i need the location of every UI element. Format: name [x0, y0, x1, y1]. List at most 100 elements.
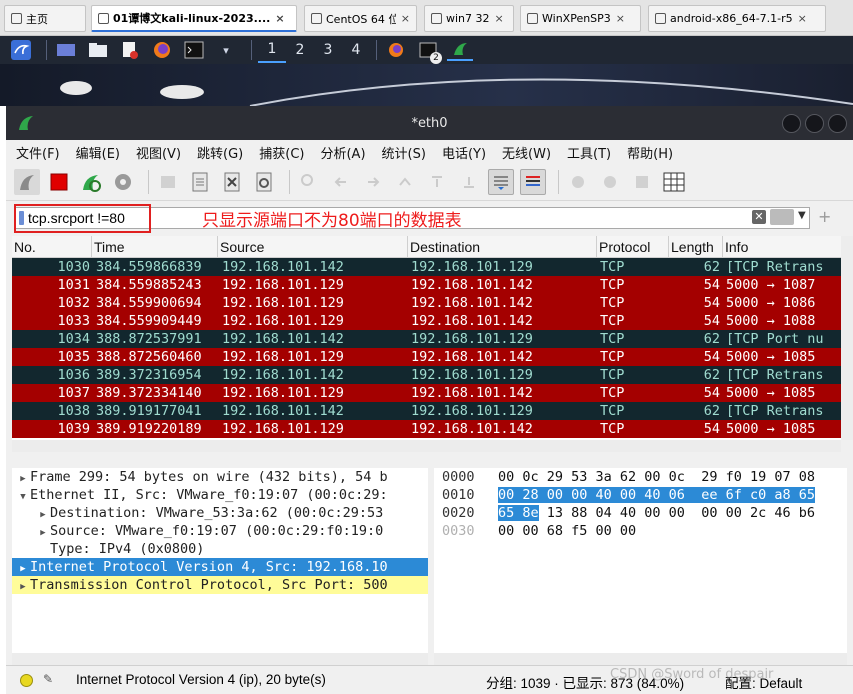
zoom-in-icon[interactable] — [565, 169, 591, 195]
column-header-source[interactable]: Source — [218, 236, 408, 258]
firefox-task-icon[interactable] — [383, 39, 409, 61]
go-to-packet-icon[interactable] — [392, 169, 418, 195]
packet-list-hscrollbar[interactable] — [12, 440, 841, 452]
stop-capture-icon[interactable] — [46, 169, 72, 195]
column-header-protocol[interactable]: Protocol — [597, 236, 669, 258]
close-icon[interactable]: × — [495, 12, 504, 25]
close-icon[interactable]: × — [798, 12, 807, 25]
first-packet-icon[interactable] — [424, 169, 450, 195]
file-manager-icon[interactable] — [85, 39, 111, 61]
vm-tab[interactable]: WinXPenSP3 × — [520, 5, 641, 32]
close-icon[interactable]: × — [401, 12, 410, 25]
workspace-2[interactable]: 2 — [286, 37, 314, 63]
packet-details-hscrollbar[interactable] — [12, 653, 428, 665]
detail-tree-item[interactable]: ▶ Source: VMware_f0:19:07 (00:0c:29:f0:19… — [12, 522, 428, 540]
hex-bytes[interactable]: 65 8e 13 88 04 40 00 00 00 00 2c 46 b6 — [498, 504, 815, 522]
detail-tree-item[interactable]: ▶ Destination: VMware_53:3a:62 (00:0c:29:… — [12, 504, 428, 522]
vm-tab[interactable]: 01谭博文kali-linux-2023.... × — [91, 5, 297, 32]
table-row[interactable]: 1036 389.372316954 192.168.101.142 192.168.… — [12, 366, 841, 384]
hex-bytes[interactable]: 00 00 68 f5 00 00 — [498, 522, 636, 540]
start-capture-icon[interactable] — [14, 169, 40, 195]
menu-item[interactable]: 跳转(G) — [197, 143, 243, 162]
minimize-button[interactable] — [782, 114, 801, 133]
menu-item[interactable]: 分析(A) — [320, 143, 365, 162]
terminal-icon[interactable] — [181, 39, 207, 61]
menu-item[interactable]: 工具(T) — [567, 143, 611, 162]
reload-file-icon[interactable] — [251, 169, 277, 195]
detail-tree-item[interactable]: ▶ Frame 299: 54 bytes on wire (432 bits),… — [12, 468, 428, 486]
zoom-out-icon[interactable] — [597, 169, 623, 195]
text-editor-icon[interactable] — [117, 39, 143, 61]
menu-item[interactable]: 编辑(E) — [76, 143, 120, 162]
vm-tab[interactable]: win7 32 × — [424, 5, 514, 32]
capture-options-gear-icon[interactable] — [110, 169, 136, 195]
close-button[interactable] — [828, 114, 847, 133]
go-forward-icon[interactable] — [360, 169, 386, 195]
packet-bytes[interactable]: 0000 00 0c 29 53 3a 62 00 0c 29 f0 19 07 … — [434, 468, 847, 653]
column-header-destination[interactable]: Destination — [408, 236, 597, 258]
go-back-icon[interactable] — [328, 169, 354, 195]
packet-list[interactable]: No. Time Source Destination Protocol Len… — [12, 236, 841, 440]
collapsed-arrow-icon[interactable]: ▶ — [16, 470, 30, 486]
terminal-task-icon[interactable]: 2 — [415, 39, 442, 64]
column-header-info[interactable]: Info — [723, 236, 841, 258]
autoscroll-icon[interactable] — [488, 169, 514, 195]
menu-item[interactable]: 文件(F) — [16, 143, 60, 162]
packet-details[interactable]: ▶ Frame 299: 54 bytes on wire (432 bits),… — [12, 468, 428, 653]
vm-tab[interactable]: android-x86_64-7.1-r5 × — [648, 5, 826, 32]
close-icon[interactable]: × — [616, 12, 625, 25]
packet-list-scrollbar[interactable] — [841, 236, 853, 440]
close-icon[interactable]: × — [275, 12, 284, 25]
column-header-no[interactable]: No. — [12, 236, 92, 258]
table-row[interactable]: 1038 389.919177041 192.168.101.142 192.168.… — [12, 402, 841, 420]
kali-menu-icon[interactable] — [8, 39, 34, 61]
detail-tree-item[interactable]: ▶ Internet Protocol Version 4, Src: 192.1… — [12, 558, 428, 576]
collapsed-arrow-icon[interactable]: ▶ — [36, 506, 50, 522]
menu-item[interactable]: 电话(Y) — [442, 143, 486, 162]
vm-tab[interactable]: CentOS 64 位 × — [304, 5, 417, 32]
workspace-1[interactable]: 1 — [258, 37, 286, 63]
normal-size-icon[interactable] — [629, 169, 655, 195]
table-row[interactable]: 1039 389.919220189 192.168.101.129 192.168.… — [12, 420, 841, 438]
table-row[interactable]: 1031 384.559885243 192.168.101.129 192.168.… — [12, 276, 841, 294]
menu-item[interactable]: 统计(S) — [382, 143, 426, 162]
table-row[interactable]: 1032 384.559900694 192.168.101.129 192.168.… — [12, 294, 841, 312]
hex-bytes[interactable]: 00 28 00 00 40 00 40 06 ee 6f c0 a8 65 — [498, 486, 815, 504]
expert-info-led-icon[interactable] — [20, 674, 33, 687]
workspace-3[interactable]: 3 — [314, 37, 342, 63]
column-header-time[interactable]: Time — [92, 236, 218, 258]
expanded-arrow-icon[interactable]: ▼ — [16, 488, 30, 504]
detail-tree-item[interactable]: ▶ Transmission Control Protocol, Src Port… — [12, 576, 428, 594]
save-file-icon[interactable] — [187, 169, 213, 195]
maximize-button[interactable] — [805, 114, 824, 133]
display-filter-input[interactable] — [28, 210, 188, 226]
open-file-icon[interactable] — [155, 169, 181, 195]
collapsed-arrow-icon[interactable]: ▶ — [16, 560, 30, 576]
menu-item[interactable]: 捕获(C) — [259, 143, 304, 162]
restart-capture-icon[interactable] — [78, 169, 104, 195]
menu-item[interactable]: 无线(W) — [502, 143, 551, 162]
table-row[interactable]: 1034 388.872537991 192.168.101.142 192.168.… — [12, 330, 841, 348]
column-header-length[interactable]: Length — [669, 236, 723, 258]
clear-filter-icon[interactable]: ✕ — [752, 210, 766, 224]
collapsed-arrow-icon[interactable]: ▶ — [36, 524, 50, 540]
vm-tab[interactable]: 主页 — [4, 5, 86, 32]
chevron-down-icon[interactable]: ▾ — [213, 39, 239, 61]
detail-tree-item[interactable]: Type: IPv4 (0x0800) — [12, 540, 428, 558]
workspace-4[interactable]: 4 — [342, 37, 370, 63]
find-packet-icon[interactable] — [296, 169, 322, 195]
table-row[interactable]: 1035 388.872560460 192.168.101.129 192.168.… — [12, 348, 841, 366]
menu-item[interactable]: 视图(V) — [136, 143, 181, 162]
resize-columns-icon[interactable] — [661, 169, 687, 195]
table-row[interactable]: 1030 384.559866839 192.168.101.142 192.168.… — [12, 258, 841, 276]
wireshark-task-icon[interactable] — [447, 39, 473, 61]
firefox-icon[interactable] — [149, 39, 175, 61]
show-desktop-icon[interactable] — [53, 39, 79, 61]
last-packet-icon[interactable] — [456, 169, 482, 195]
table-row[interactable]: 1037 389.372334140 192.168.101.129 192.168.… — [12, 384, 841, 402]
bookmark-icon[interactable] — [19, 211, 24, 225]
colorize-icon[interactable] — [520, 169, 546, 195]
collapsed-arrow-icon[interactable]: ▶ — [16, 578, 30, 594]
table-row[interactable]: 1033 384.559909449 192.168.101.129 192.168.… — [12, 312, 841, 330]
close-file-icon[interactable] — [219, 169, 245, 195]
